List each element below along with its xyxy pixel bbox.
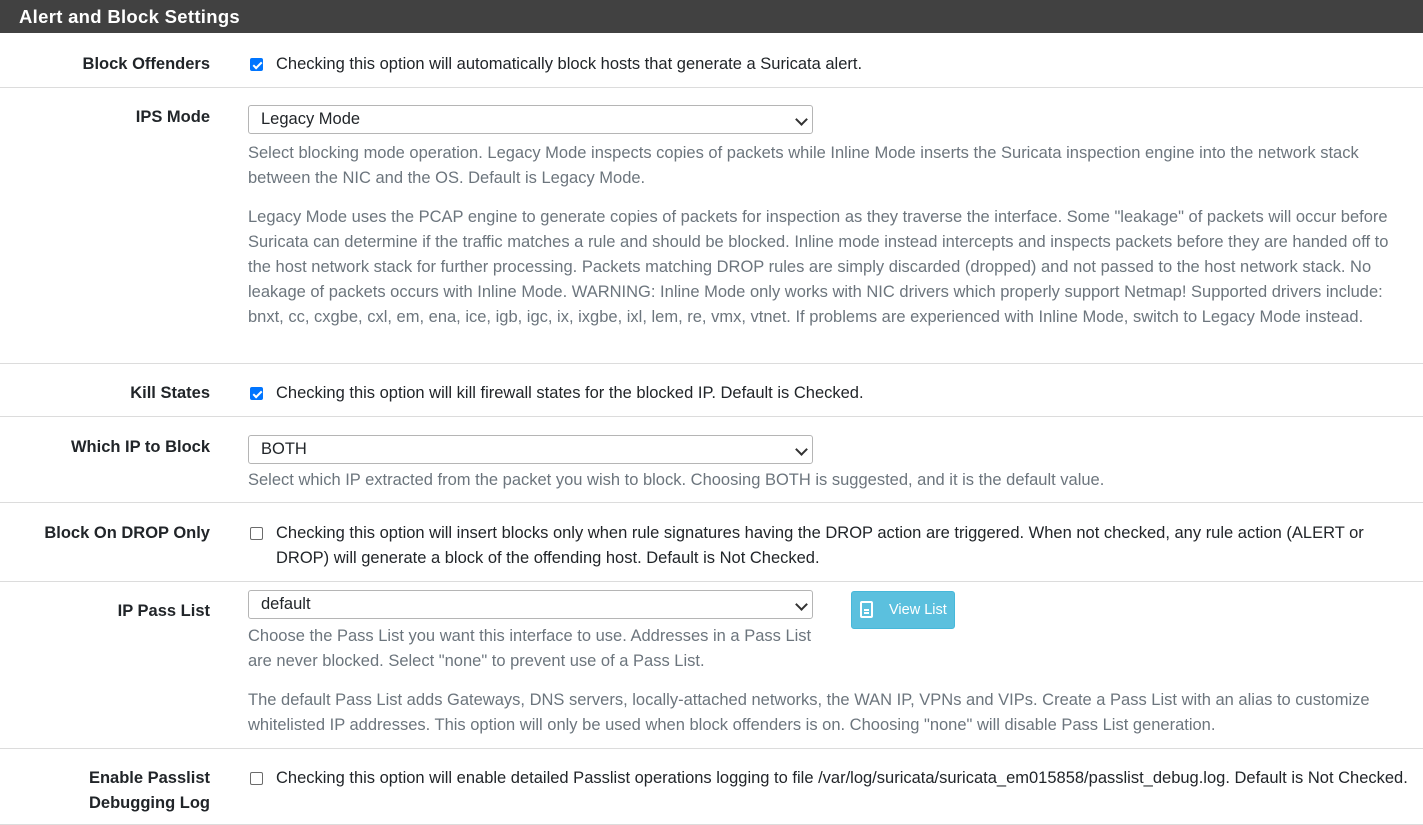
kill-states-label: Kill States [130, 384, 210, 402]
which-ip-selected: BOTH [261, 440, 307, 458]
row-which-ip: Which IP to Block BOTH Select which IP e… [0, 417, 1423, 503]
document-icon [860, 601, 873, 618]
ip-pass-list-label: IP Pass List [117, 602, 210, 620]
ip-pass-list-selected: default [261, 595, 311, 613]
kill-states-text: Checking this option will kill firewall … [276, 384, 864, 402]
passlist-debug-checkbox[interactable] [250, 772, 263, 785]
row-ips-mode: IPS Mode Legacy Mode Select blocking mod… [0, 88, 1423, 364]
passlist-debug-text: Checking this option will enable detaile… [276, 769, 1408, 787]
ip-pass-list-help-detail: The default Pass List adds Gateways, DNS… [248, 691, 1370, 734]
which-ip-label: Which IP to Block [70, 438, 210, 456]
ip-pass-list-help: Choose the Pass List you want this inter… [248, 627, 812, 670]
block-drop-only-checkbox[interactable] [250, 527, 263, 540]
block-offenders-checkbox[interactable] [250, 58, 263, 71]
passlist-debug-label-line1: Enable Passlist [88, 769, 210, 787]
which-ip-select[interactable]: BOTH [248, 435, 813, 464]
panel-heading: Alert and Block Settings [0, 0, 1423, 33]
panel-title: Alert and Block Settings [19, 6, 241, 27]
kill-states-checkbox[interactable] [250, 387, 263, 400]
block-drop-only-label: Block On DROP Only [44, 524, 210, 542]
row-ip-pass-list: IP Pass List default Choose the Pass Lis… [0, 582, 1423, 749]
passlist-debug-label: Enable Passlist Debugging Log [89, 766, 210, 816]
ip-pass-list-select[interactable]: default [248, 590, 813, 619]
view-list-label: View List [889, 602, 947, 618]
ips-mode-help: Select blocking mode operation. Legacy M… [248, 144, 1359, 187]
block-offenders-text: Checking this option will automatically … [276, 55, 863, 73]
ips-mode-selected: Legacy Mode [261, 110, 361, 128]
which-ip-help: Select which IP extracted from the packe… [248, 471, 1105, 489]
passlist-debug-label-line2: Debugging Log [89, 794, 210, 812]
chevron-down-icon [795, 443, 808, 456]
row-block-drop-only: Block On DROP Only Checking this option … [0, 503, 1423, 582]
chevron-down-icon [795, 598, 808, 611]
row-block-offenders: Block Offenders Checking this option wil… [0, 33, 1423, 88]
row-passlist-debug: Enable Passlist Debugging Log Checking t… [0, 749, 1423, 825]
block-offenders-label: Block Offenders [82, 55, 210, 73]
ips-mode-label: IPS Mode [135, 108, 210, 126]
row-kill-states: Kill States Checking this option will ki… [0, 364, 1423, 417]
chevron-down-icon [795, 113, 808, 126]
ips-mode-select[interactable]: Legacy Mode [248, 105, 813, 134]
view-list-button[interactable]: View List [851, 591, 955, 629]
block-drop-only-text: Checking this option will insert blocks … [276, 524, 1364, 567]
ips-mode-help-detail: Legacy Mode uses the PCAP engine to gene… [248, 208, 1389, 326]
